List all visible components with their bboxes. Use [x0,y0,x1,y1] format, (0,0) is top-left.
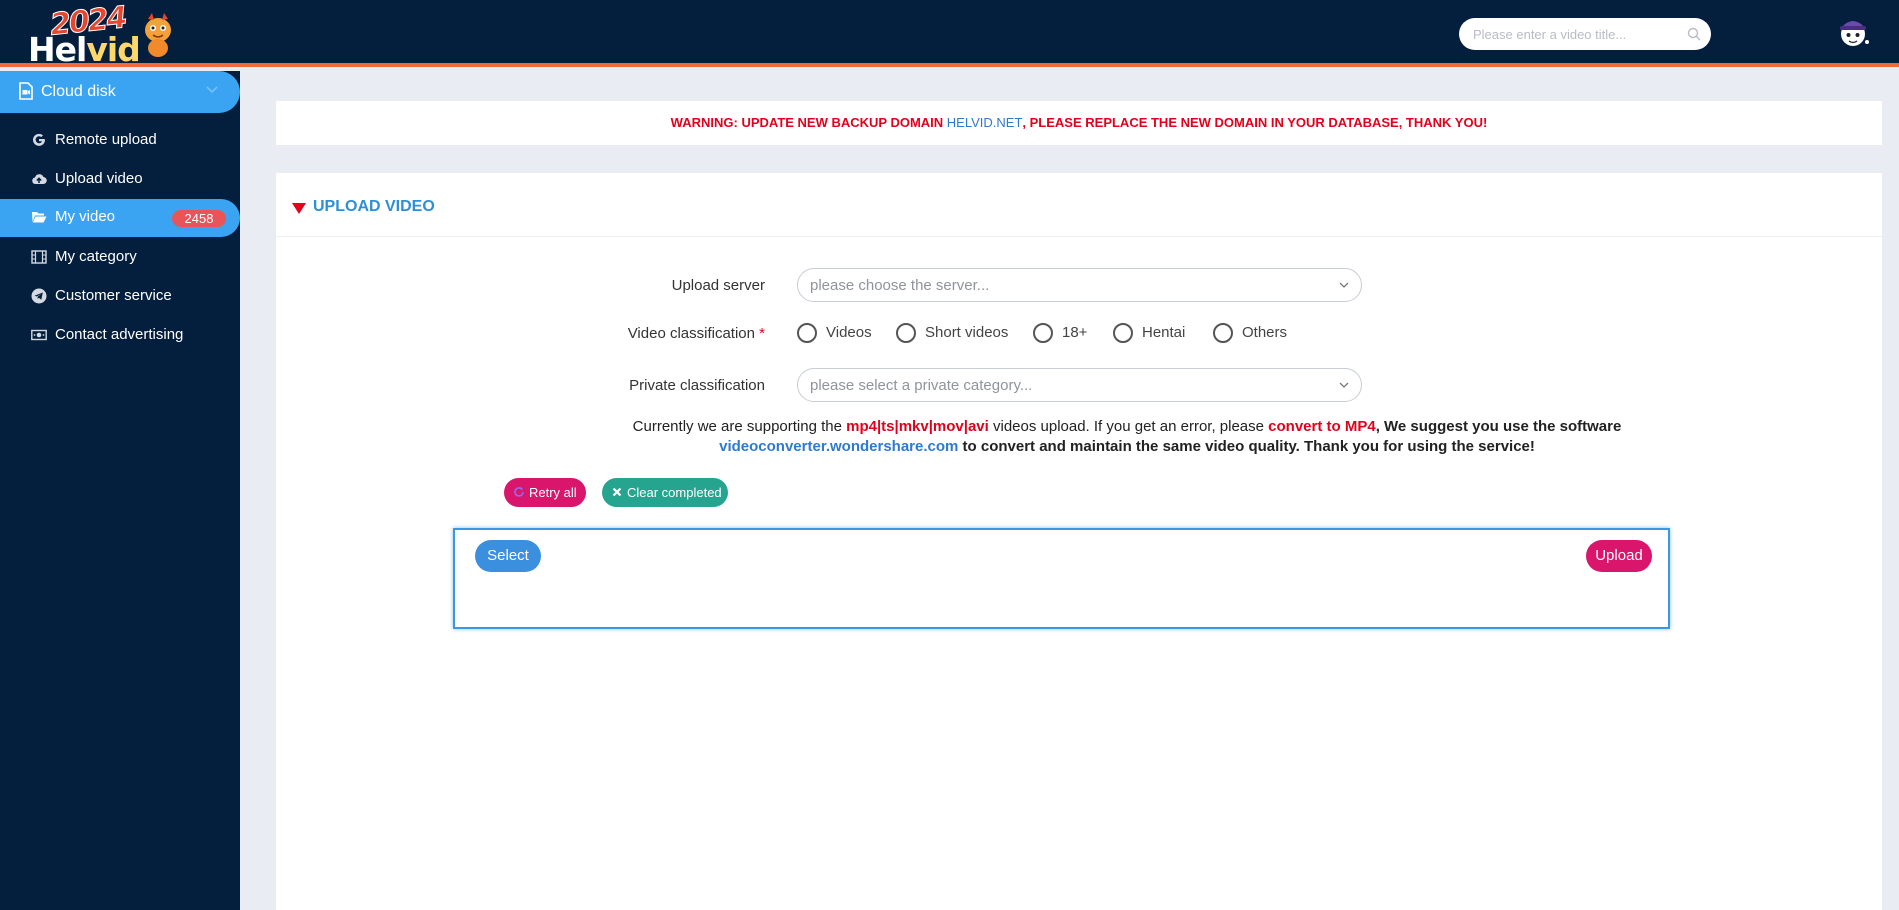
caret-down-icon [292,203,306,214]
search-box [1459,18,1711,50]
radio-circle[interactable] [1033,323,1053,343]
sidebar-item-my-video[interactable]: My video 2458 [0,199,240,237]
radio-circle[interactable] [797,323,817,343]
converter-link[interactable]: videoconverter.wondershare.com [719,438,958,455]
sidebar-item-upload-video[interactable]: Upload video [0,161,240,197]
upload-panel: UPLOAD VIDEO Upload server please choose… [276,173,1882,910]
sidebar-item-contact-advertising[interactable]: Contact advertising [0,317,240,353]
google-g-icon [33,133,45,146]
radio-label: Others [1242,324,1288,341]
clear-completed-button[interactable]: Clear completed [602,478,728,507]
sidebar-item-remote-upload[interactable]: Remote upload [0,122,240,158]
video-classification-label: Video classification * [627,325,765,342]
sidebar-section-cloud-disk[interactable]: Cloud disk [0,71,240,113]
logo-brand: Helvid [28,30,141,69]
upload-server-select[interactable]: please choose the server... [797,268,1362,302]
radio-label: Hentai [1142,324,1186,341]
supported-formats-notice: Currently we are supporting the mp4|ts|m… [632,418,1622,455]
folder-open-icon [32,212,47,223]
backup-domain-link[interactable]: HELVID.NET [947,115,1023,130]
search-input[interactable] [1473,18,1683,50]
upload-dropzone[interactable]: Select Upload [453,528,1670,629]
user-avatar-icon[interactable] [1834,14,1872,50]
select-file-button[interactable]: Select [475,540,541,572]
sidebar-item-label: Contact advertising [55,326,184,343]
close-icon [612,487,622,497]
video-count-badge: 2458 [172,210,226,227]
radio-circle[interactable] [1213,323,1233,343]
upload-server-label: Upload server [671,277,765,294]
radio-label: Videos [826,324,872,341]
top-header: 2024 Helvid [0,0,1899,69]
chevron-down-icon [1339,282,1349,288]
radio-label: 18+ [1062,324,1088,341]
upload-button[interactable]: Upload [1586,540,1652,572]
file-video-icon [19,82,33,100]
warning-banner: WARNING: UPDATE NEW BACKUP DOMAIN HELVID… [276,101,1882,145]
private-category-placeholder: please select a private category... [810,377,1033,394]
chevron-down-icon [1339,382,1349,388]
retry-all-button[interactable]: Retry all [504,478,586,507]
sidebar-item-label: Upload video [55,170,143,187]
money-bill-icon [31,329,47,341]
sidebar-item-customer-service[interactable]: Customer service [0,278,240,314]
sidebar-item-label: My video [55,208,116,225]
retry-all-label: Retry all [529,485,577,500]
chevron-down-icon[interactable] [206,86,218,94]
panel-header: UPLOAD VIDEO [276,173,1882,237]
upload-server-placeholder: please choose the server... [810,277,990,294]
sidebar-item-label: My category [55,248,137,265]
clear-completed-label: Clear completed [627,485,722,500]
private-classification-label: Private classification [629,377,765,394]
private-category-select[interactable]: please select a private category... [797,368,1362,402]
radio-circle[interactable] [1113,323,1133,343]
sidebar-section-label: Cloud disk [41,83,116,100]
refresh-icon [514,487,524,497]
search-icon[interactable] [1687,27,1701,41]
radio-label: Short videos [925,324,1009,341]
sidebar: Cloud disk Remote upload Upload video My… [0,71,240,910]
sidebar-item-label: Remote upload [55,131,157,148]
sidebar-item-label: Customer service [55,287,172,304]
telegram-icon [31,288,47,304]
page-title: UPLOAD VIDEO [313,198,435,215]
dragon-mascot-icon [145,13,171,57]
film-icon [31,250,47,264]
sidebar-item-my-category[interactable]: My category [0,239,240,275]
radio-circle[interactable] [896,323,916,343]
helvid-logo[interactable]: 2024 Helvid [28,0,178,69]
cloud-upload-icon [32,174,47,185]
